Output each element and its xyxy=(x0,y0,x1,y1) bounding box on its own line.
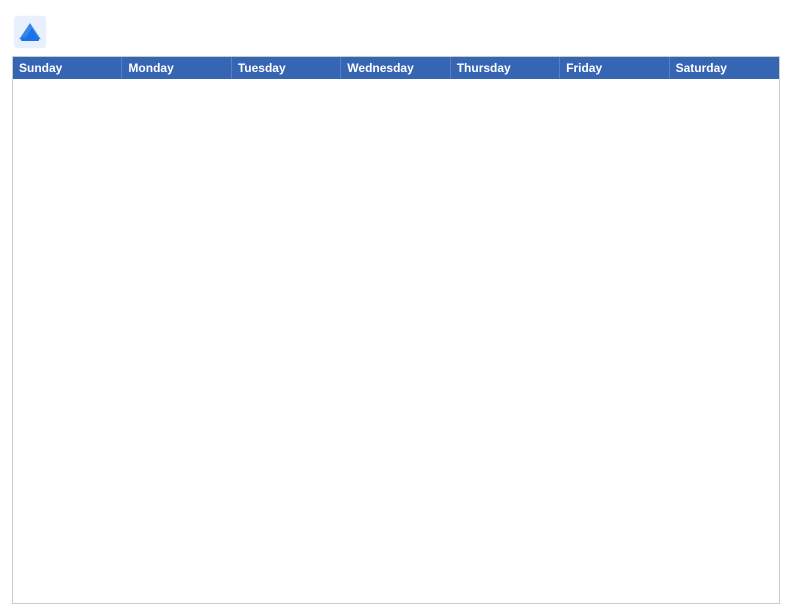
page: SundayMondayTuesdayWednesdayThursdayFrid… xyxy=(0,0,792,612)
calendar: SundayMondayTuesdayWednesdayThursdayFrid… xyxy=(12,56,780,604)
day-header-sunday: Sunday xyxy=(13,57,122,79)
logo xyxy=(12,14,52,50)
generalblue-icon xyxy=(12,14,48,50)
day-headers: SundayMondayTuesdayWednesdayThursdayFrid… xyxy=(13,57,779,79)
day-header-thursday: Thursday xyxy=(451,57,560,79)
calendar-grid xyxy=(13,79,779,603)
day-header-monday: Monday xyxy=(122,57,231,79)
day-header-wednesday: Wednesday xyxy=(341,57,450,79)
header xyxy=(12,10,780,50)
day-header-friday: Friday xyxy=(560,57,669,79)
day-header-saturday: Saturday xyxy=(670,57,779,79)
day-header-tuesday: Tuesday xyxy=(232,57,341,79)
